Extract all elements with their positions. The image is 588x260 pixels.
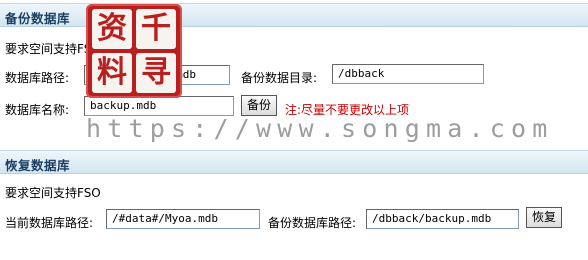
- backup-path-label: 备份数据库路径:: [268, 216, 357, 230]
- restore-section-title: 恢复数据库: [5, 158, 71, 173]
- backup-dir-label: 备份数据目录:: [241, 71, 318, 85]
- seal-char-4: 寻: [136, 53, 176, 93]
- db-path-label: 数据库路径:: [5, 71, 70, 85]
- seal-stamp: 资 千 料 寻: [86, 4, 182, 98]
- seal-char-1: 资: [92, 9, 132, 49]
- restore-requirement-text: 要求空间支持FSO: [5, 186, 101, 200]
- restore-section-header: 恢复数据库: [0, 150, 588, 174]
- db-name-label: 数据库名称:: [5, 103, 70, 117]
- seal-char-2: 千: [136, 9, 176, 49]
- current-path-label: 当前数据库路径:: [5, 216, 94, 230]
- db-name-input[interactable]: backup.mdb: [84, 96, 234, 116]
- backup-section-title: 备份数据库: [5, 11, 71, 26]
- backup-button[interactable]: 备份: [241, 95, 277, 116]
- current-path-input[interactable]: /#data#/Myoa.mdb: [106, 209, 260, 229]
- watermark-url: https://www.songma.com: [86, 114, 554, 143]
- backup-dir-input[interactable]: /dbback: [332, 64, 484, 84]
- seal-char-3: 料: [92, 53, 132, 93]
- restore-button[interactable]: 恢复: [526, 207, 562, 228]
- backup-path-input[interactable]: /dbback/backup.mdb: [366, 209, 519, 229]
